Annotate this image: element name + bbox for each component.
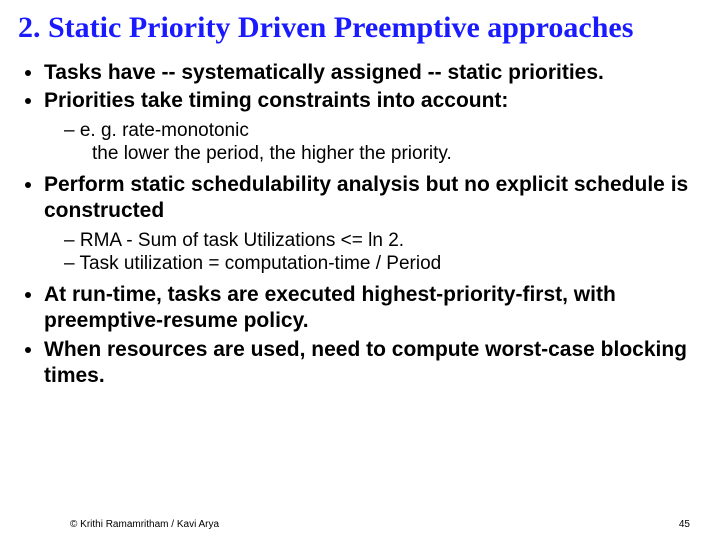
bullet-3-sub-2: Task utilization = computation-time / Pe… bbox=[64, 252, 702, 276]
bullet-3-sub: RMA - Sum of task Utilizations <= ln 2. … bbox=[44, 229, 702, 277]
bullet-3-sub-1: RMA - Sum of task Utilizations <= ln 2. bbox=[64, 229, 702, 253]
footer: © Krithi Ramamritham / Kavi Arya 45 bbox=[70, 519, 690, 530]
slide-number: 45 bbox=[679, 519, 690, 530]
bullet-2-sub-1b: the lower the period, the higher the pri… bbox=[64, 142, 702, 166]
bullet-2-sub: e. g. rate-monotonic the lower the perio… bbox=[44, 119, 702, 167]
bullet-2-sub-1: e. g. rate-monotonic the lower the perio… bbox=[64, 119, 702, 167]
bullet-1: Tasks have -- systematically assigned --… bbox=[44, 60, 702, 86]
bullet-4: At run-time, tasks are executed highest-… bbox=[44, 282, 702, 335]
bullet-2: Priorities take timing constraints into … bbox=[44, 88, 702, 114]
bullet-3: Perform static schedulability analysis b… bbox=[44, 172, 702, 225]
bullet-2-sub-1a: e. g. rate-monotonic bbox=[80, 120, 249, 141]
bullet-5: When resources are used, need to compute… bbox=[44, 337, 702, 390]
footer-credit: © Krithi Ramamritham / Kavi Arya bbox=[70, 519, 219, 530]
bullet-list: Tasks have -- systematically assigned --… bbox=[18, 60, 702, 389]
slide-title: 2. Static Priority Driven Preemptive app… bbox=[18, 10, 702, 46]
